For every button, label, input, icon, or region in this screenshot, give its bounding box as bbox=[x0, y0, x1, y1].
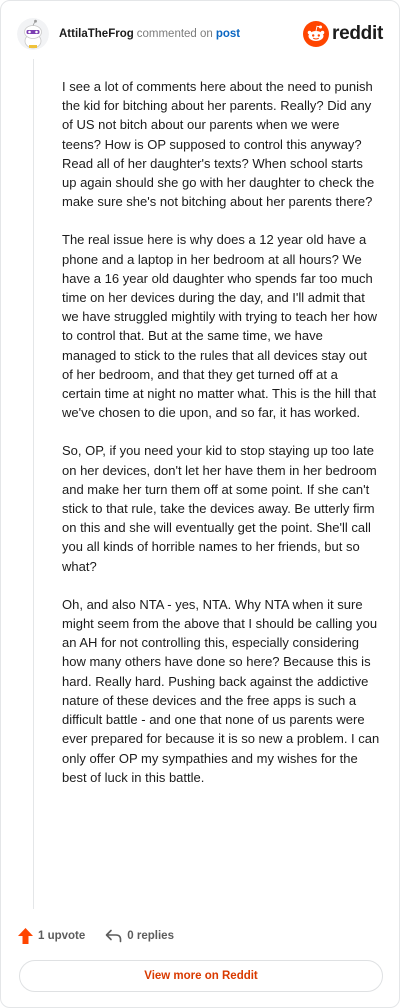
comment-actions: 1 upvote 0 replies bbox=[17, 925, 174, 947]
comment-paragraph: I see a lot of comments here about the n… bbox=[62, 79, 375, 210]
reply-arrow-icon bbox=[105, 929, 122, 943]
snoo-avatar-icon[interactable] bbox=[17, 18, 49, 50]
thread-line bbox=[33, 59, 34, 909]
comment-header: AttilaTheFrog commented on post reddit bbox=[17, 17, 383, 51]
comment-paragraph: The real issue here is why does a 12 yea… bbox=[62, 232, 378, 421]
view-more-button[interactable]: View more on Reddit bbox=[19, 960, 383, 992]
username-link[interactable]: AttilaTheFrog bbox=[59, 28, 134, 40]
reddit-wordmark: reddit bbox=[332, 23, 383, 44]
post-link[interactable]: post bbox=[216, 28, 240, 40]
comment-paragraph: Oh, and also NTA - yes, NTA. Why NTA whe… bbox=[62, 596, 380, 785]
action-text: commented on bbox=[136, 28, 213, 40]
replies-count: 0 replies bbox=[127, 930, 174, 942]
comment-paragraph: So, OP, if you need your kid to stop sta… bbox=[62, 443, 377, 574]
upvote-button[interactable]: 1 upvote bbox=[17, 927, 85, 945]
upvote-arrow-icon bbox=[18, 928, 33, 944]
comment-body: I see a lot of comments here about the n… bbox=[62, 77, 380, 806]
header-text: AttilaTheFrog commented on post bbox=[59, 26, 240, 42]
replies-button[interactable]: 0 replies bbox=[105, 929, 174, 943]
upvote-count: 1 upvote bbox=[38, 930, 86, 942]
comment-embed-card: AttilaTheFrog commented on post reddit I s… bbox=[0, 0, 400, 1008]
reddit-snoo-icon bbox=[303, 21, 330, 47]
reddit-logo[interactable]: reddit bbox=[303, 21, 383, 47]
